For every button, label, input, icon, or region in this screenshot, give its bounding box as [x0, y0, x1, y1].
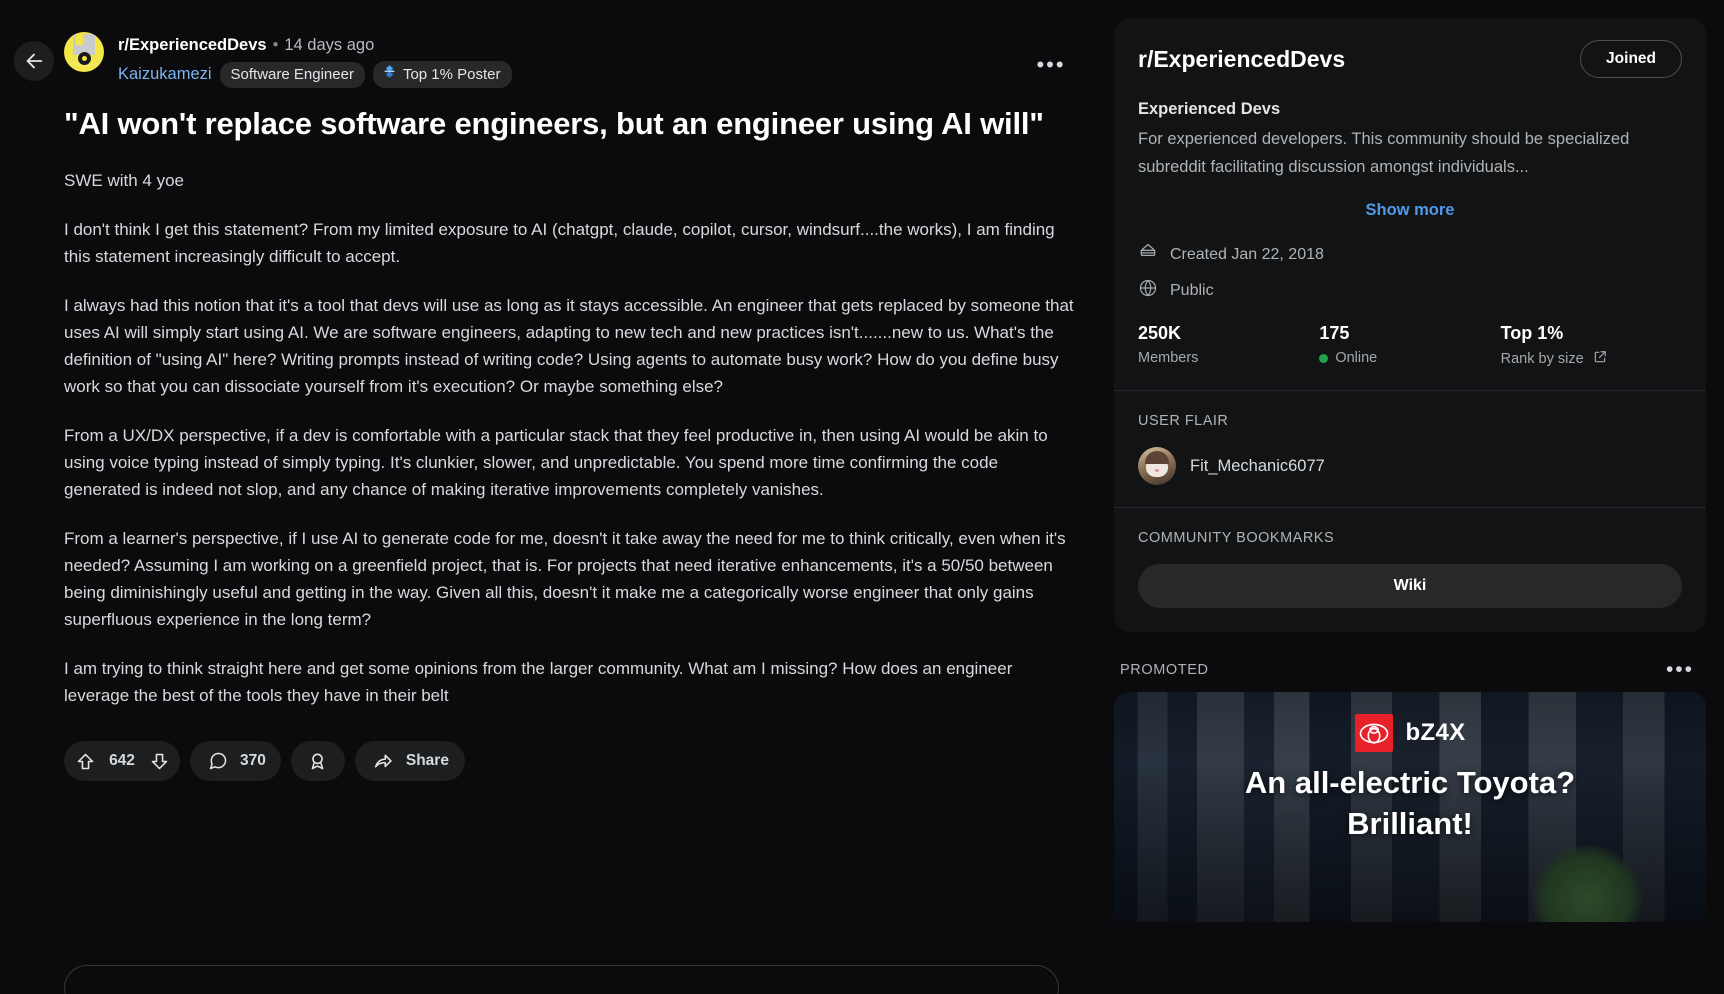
- subreddit-avatar[interactable]: [64, 32, 104, 72]
- divider: [1114, 390, 1706, 391]
- stat-label: Rank by size: [1501, 350, 1682, 368]
- community-created-date: Created Jan 22, 2018: [1170, 245, 1324, 263]
- post-timestamp: 14 days ago: [284, 36, 375, 54]
- arrow-left-icon: [23, 50, 45, 72]
- external-link-icon: [1593, 350, 1607, 368]
- user-avatar: [1138, 447, 1176, 485]
- post-paragraph: I don't think I get this statement? From…: [64, 220, 1055, 266]
- top-poster-tier-icon: [382, 64, 397, 84]
- share-button[interactable]: Share: [354, 741, 465, 781]
- joined-button[interactable]: Joined: [1580, 40, 1682, 78]
- post-main-column: r/ExperiencedDevs • 14 days ago Kaizukam…: [0, 0, 1096, 994]
- meta-separator: •: [272, 36, 279, 54]
- toyota-logo-icon: [1354, 714, 1393, 752]
- ad-headline: An all-electric Toyota? Brilliant!: [1114, 762, 1706, 844]
- community-display-name: Experienced Devs: [1138, 100, 1281, 118]
- promoted-label: PROMOTED: [1120, 662, 1209, 678]
- community-title: r/ExperiencedDevs: [1138, 45, 1346, 72]
- vote-control: 642: [64, 741, 180, 781]
- promoted-overflow-button[interactable]: •••: [1660, 659, 1700, 680]
- cat-nose-icon: [1155, 469, 1159, 472]
- stat-label-text: Online: [1335, 350, 1378, 366]
- online-status-dot-icon: [1319, 353, 1329, 363]
- add-comment-input[interactable]: [64, 965, 1059, 994]
- post-paragraph: I always had this notion that it's a too…: [64, 296, 1074, 396]
- bookmark-wiki-button[interactable]: Wiki: [1138, 564, 1682, 608]
- user-flair-section-label: USER FLAIR: [1138, 413, 1229, 429]
- show-more-button[interactable]: Show more: [1138, 201, 1682, 220]
- top-poster-badge: Top 1% Poster: [372, 61, 512, 88]
- community-card-header: r/ExperiencedDevs Joined: [1138, 40, 1682, 78]
- post-paragraph: SWE with 4 yoe: [64, 171, 184, 190]
- ad-headline-line1: An all-electric Toyota?: [1244, 765, 1576, 800]
- post-header: r/ExperiencedDevs • 14 days ago Kaizukam…: [64, 0, 1074, 88]
- author-flair-chip: Software Engineer: [219, 61, 365, 88]
- community-stats: 250K Members 175 Online Top 1% Rank by s: [1138, 323, 1682, 368]
- ad-brand-row: bZ4X: [1114, 714, 1706, 752]
- ad-headline-line2: Brilliant!: [1347, 806, 1473, 841]
- share-arrow-icon: [371, 748, 397, 774]
- post-paragraph: From a UX/DX perspective, if a dev is co…: [64, 426, 1048, 499]
- post-body: SWE with 4 yoe I don't think I get this …: [64, 167, 1074, 709]
- user-flair-username: Fit_Mechanic6077: [1190, 456, 1325, 475]
- community-created-row: Created Jan 22, 2018: [1138, 242, 1682, 267]
- post-paragraph: From a learner's perspective, if I use A…: [64, 529, 1066, 629]
- stat-label: Online: [1319, 350, 1500, 366]
- post-title: "AI won't replace software engineers, bu…: [64, 106, 1044, 141]
- stat-members: 250K Members: [1138, 323, 1319, 368]
- post-action-bar: 642 370 Share: [64, 741, 1074, 781]
- cake-icon: [1138, 242, 1158, 267]
- divider: [1114, 507, 1706, 508]
- stat-rank[interactable]: Top 1% Rank by size: [1501, 323, 1682, 368]
- stat-label-text: Rank by size: [1500, 351, 1584, 367]
- community-visibility-row: Public: [1138, 278, 1682, 303]
- ad-model-name: bZ4X: [1405, 719, 1466, 746]
- post-overflow-menu-button[interactable]: •••: [1034, 48, 1068, 82]
- community-info-card: r/ExperiencedDevs Joined Experienced Dev…: [1114, 18, 1706, 632]
- comment-bubble-icon: [205, 748, 231, 774]
- ad-tree-decoration: [1532, 844, 1642, 922]
- community-description: For experienced developers. This communi…: [1138, 130, 1630, 176]
- community-visibility: Public: [1170, 281, 1214, 299]
- vote-score: 642: [109, 752, 135, 769]
- promoted-header: PROMOTED •••: [1114, 654, 1706, 692]
- award-button[interactable]: [290, 741, 345, 781]
- promoted-section: PROMOTED ••• bZ4X An all-electric Toyota…: [1096, 646, 1724, 922]
- cat-head-icon: [1145, 451, 1169, 464]
- avatar-hub: [78, 52, 91, 65]
- post-container: r/ExperiencedDevs • 14 days ago Kaizukam…: [64, 0, 1074, 781]
- back-button[interactable]: [14, 41, 54, 81]
- globe-icon: [1138, 278, 1158, 303]
- comments-button[interactable]: 370: [190, 741, 281, 781]
- downvote-arrow-icon[interactable]: [146, 748, 172, 774]
- share-label: Share: [405, 752, 449, 769]
- reddit-post-page: r/ExperiencedDevs • 14 days ago Kaizukam…: [0, 0, 1724, 994]
- community-bookmarks-label: COMMUNITY BOOKMARKS: [1138, 530, 1335, 546]
- post-meta: r/ExperiencedDevs • 14 days ago Kaizukam…: [118, 32, 512, 88]
- top-poster-label: Top 1% Poster: [402, 65, 501, 83]
- post-paragraph: I am trying to think straight here and g…: [64, 659, 1013, 705]
- user-flair-row[interactable]: Fit_Mechanic6077: [1138, 447, 1682, 485]
- stat-label-text: Members: [1138, 350, 1199, 366]
- comment-count: 370: [240, 752, 266, 769]
- award-medal-icon: [305, 748, 331, 774]
- post-meta-primary: r/ExperiencedDevs • 14 days ago: [118, 34, 512, 56]
- stat-value: Top 1%: [1500, 323, 1564, 343]
- author-link[interactable]: Kaizukamezi: [118, 65, 212, 84]
- post-meta-secondary: Kaizukamezi Software Engineer Top 1% Pos: [118, 61, 512, 88]
- subreddit-link[interactable]: r/ExperiencedDevs: [118, 34, 267, 56]
- upvote-arrow-icon[interactable]: [72, 748, 98, 774]
- right-sidebar: r/ExperiencedDevs Joined Experienced Dev…: [1096, 0, 1724, 994]
- stat-label: Members: [1138, 350, 1319, 366]
- stat-value: 175: [1319, 323, 1350, 343]
- stat-online: 175 Online: [1319, 323, 1500, 368]
- stat-value: 250K: [1138, 323, 1182, 343]
- promoted-ad-card[interactable]: bZ4X An all-electric Toyota? Brilliant!: [1114, 692, 1706, 922]
